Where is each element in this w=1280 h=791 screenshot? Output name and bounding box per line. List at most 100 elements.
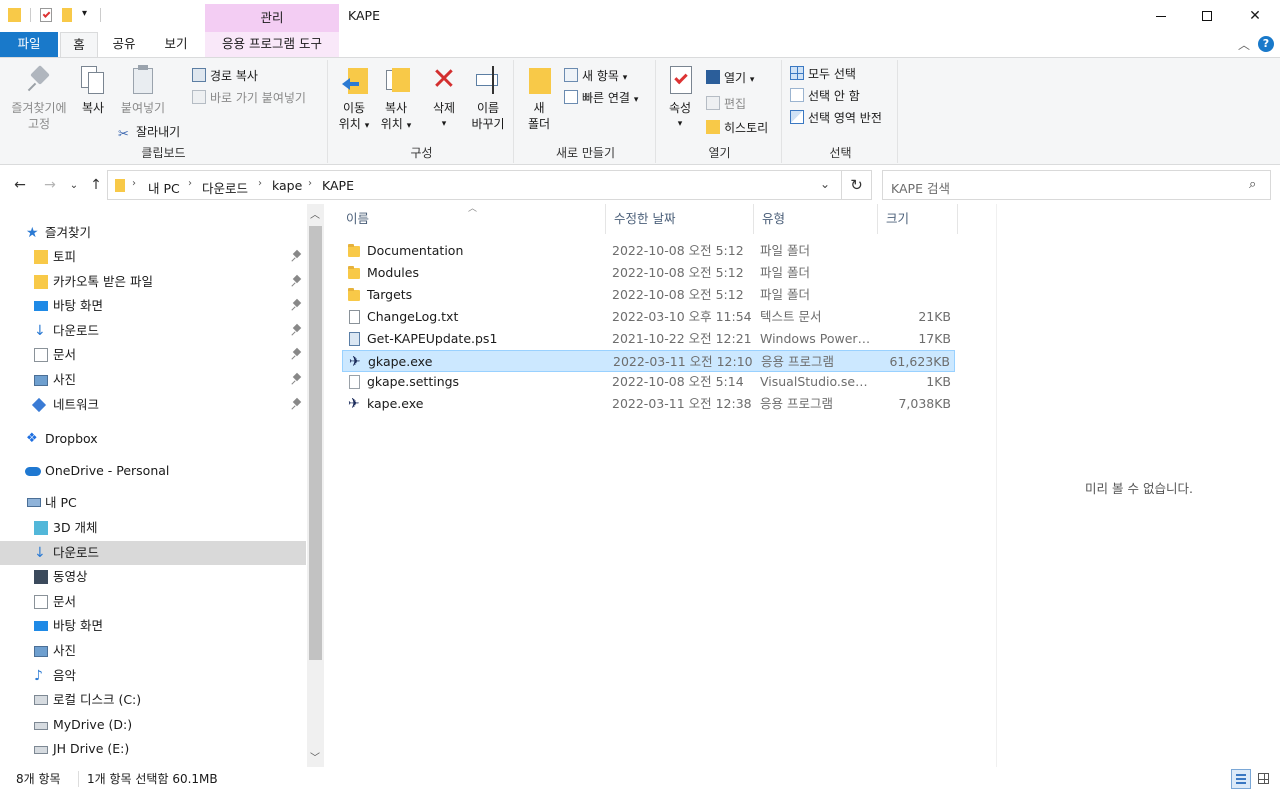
breadcrumb-downloads[interactable]: 다운로드 — [202, 178, 248, 197]
nav-quick-item[interactable]: 사진 — [0, 368, 306, 392]
easy-access-button[interactable]: 빠른 연결 ▾ — [564, 88, 638, 108]
folder-icon — [348, 265, 362, 280]
cut-button[interactable]: ✂ 잘라내기 — [118, 122, 180, 142]
nav-pc-item[interactable]: ↓ 다운로드 — [0, 540, 306, 565]
nav-onedrive[interactable]: OneDrive - Personal — [0, 459, 306, 483]
file-row[interactable]: Documentation 2022-10-08 오전 5:12 파일 폴더 — [342, 240, 955, 262]
column-header-date[interactable]: 수정한 날짜 — [606, 204, 754, 234]
pin-icon[interactable] — [291, 249, 303, 262]
paste-shortcut-button[interactable]: 바로 가기 붙여넣기 — [192, 88, 306, 108]
tab-share[interactable]: 공유 — [102, 32, 146, 57]
tab-file[interactable]: 파일 — [0, 32, 58, 57]
tab-application-tools[interactable]: 응용 프로그램 도구 — [205, 32, 339, 57]
search-icon[interactable]: ⌕ — [1249, 177, 1256, 192]
breadcrumb-separator-icon[interactable]: › — [132, 178, 136, 189]
nav-pc-item[interactable]: 문서 — [0, 590, 306, 614]
file-row[interactable]: ChangeLog.txt 2022-03-10 오후 11:54 텍스트 문서 21… — [342, 306, 955, 328]
file-date: 2022-10-08 오전 5:12 — [612, 243, 744, 258]
edit-button[interactable]: 편집 — [706, 94, 746, 114]
search-input[interactable]: KAPE 검색 — [891, 178, 950, 197]
nav-quick-access[interactable]: ★ 즐겨찾기 — [0, 221, 306, 245]
nav-pc-item[interactable]: ♪ 음악 — [0, 664, 306, 688]
nav-this-pc[interactable]: 내 PC — [0, 491, 306, 515]
nav-pc-item[interactable]: JH Drive (E:) — [0, 737, 306, 761]
nav-quick-item[interactable]: 네트워크 — [0, 393, 306, 417]
file-row[interactable]: Targets 2022-10-08 오전 5:12 파일 폴더 — [342, 284, 955, 306]
open-button[interactable]: 열기 ▾ — [706, 68, 754, 88]
address-bar[interactable]: › 내 PC › 다운로드 › kape › KAPE ⌄ — [107, 170, 842, 200]
nav-quick-item[interactable]: ↓ 다운로드 — [0, 319, 306, 343]
tab-home[interactable]: 홈 — [60, 32, 98, 58]
copy-path-button[interactable]: 경로 복사 — [192, 66, 258, 86]
breadcrumb-kape-upper[interactable]: KAPE — [322, 178, 354, 193]
pin-to-quick-access-button[interactable]: 즐겨찾기에 고정 — [6, 64, 72, 132]
copy-to-button[interactable]: 복사 위치 ▾ — [376, 64, 416, 134]
new-item-button[interactable]: 새 항목 ▾ — [564, 66, 627, 86]
rename-button[interactable]: 이름 바꾸기 — [466, 64, 510, 132]
help-icon[interactable]: ? — [1258, 36, 1274, 52]
new-folder-button[interactable]: 새 폴더 — [522, 64, 556, 132]
new-folder-icon[interactable] — [62, 7, 76, 23]
pin-icon[interactable] — [291, 348, 303, 361]
recent-locations-button[interactable]: ⌄ — [64, 176, 84, 194]
invert-selection-button[interactable]: 선택 영역 반전 — [790, 108, 882, 128]
close-button[interactable]: ✕ — [1232, 0, 1278, 32]
column-header-type[interactable]: 유형 — [754, 204, 878, 234]
nav-pc-item[interactable]: 사진 — [0, 639, 306, 663]
nav-pc-item[interactable]: 3D 개체 — [0, 516, 306, 540]
pin-icon[interactable] — [291, 274, 303, 287]
nav-pc-item[interactable]: 로컬 디스크 (C:) — [0, 688, 306, 712]
nav-dropbox[interactable]: ❖ Dropbox — [0, 427, 306, 451]
nav-pc-item[interactable]: 동영상 — [0, 565, 306, 589]
copy-button[interactable]: 복사 — [76, 64, 110, 116]
scroll-down-icon[interactable]: ﹀ — [310, 749, 320, 764]
nav-scrollbar[interactable]: ︿ ﹀ — [307, 204, 324, 767]
history-button[interactable]: 히스토리 — [706, 118, 768, 138]
paste-button[interactable]: 붙여넣기 — [114, 64, 172, 116]
breadcrumb-separator-icon[interactable]: › — [188, 178, 192, 189]
pin-icon[interactable] — [291, 372, 303, 385]
forward-button[interactable]: → — [40, 176, 60, 194]
properties-check-icon[interactable] — [40, 7, 54, 23]
delete-button[interactable]: ✕ 삭제 ▾ — [426, 64, 462, 132]
file-row[interactable]: ✈ gkape.exe 2022-03-11 오전 12:10 응용 프로그램 61,6… — [342, 349, 955, 372]
breadcrumb-this-pc[interactable]: 내 PC — [148, 178, 180, 197]
nav-scrollbar-thumb[interactable] — [309, 226, 322, 660]
up-button[interactable]: ↑ — [86, 176, 106, 194]
pin-icon[interactable] — [291, 397, 303, 410]
move-to-button[interactable]: 이동 위치 ▾ — [334, 64, 374, 134]
drive-c-icon — [34, 695, 48, 706]
breadcrumb-separator-icon[interactable]: › — [258, 178, 262, 189]
select-all-button[interactable]: 모두 선택 — [790, 64, 856, 84]
scroll-up-icon[interactable]: ︿ — [310, 206, 320, 221]
column-header-size[interactable]: 크기 — [878, 204, 958, 234]
column-header-name[interactable]: 이름 — [338, 204, 606, 234]
file-row[interactable]: Modules 2022-10-08 오전 5:12 파일 폴더 — [342, 262, 955, 284]
select-none-button[interactable]: 선택 안 함 — [790, 86, 860, 106]
maximize-button[interactable] — [1184, 0, 1230, 32]
file-row[interactable]: Get-KAPEUpdate.ps1 2021-10-22 오전 12:21 Win… — [342, 328, 955, 350]
breadcrumb-separator-icon[interactable]: › — [308, 178, 312, 189]
file-row[interactable]: ✈ kape.exe 2022-03-11 오전 12:38 응용 프로그램 7,038… — [342, 393, 955, 415]
collapse-ribbon-icon[interactable]: ︿ — [1238, 36, 1250, 53]
back-button[interactable]: ← — [10, 176, 30, 194]
search-box[interactable]: KAPE 검색 ⌕ — [882, 170, 1271, 200]
details-view-button[interactable] — [1231, 769, 1251, 789]
nav-pc-item[interactable]: 바탕 화면 — [0, 614, 306, 638]
nav-pc-item[interactable]: MyDrive (D:) — [0, 713, 306, 737]
pin-icon[interactable] — [291, 298, 303, 311]
tab-view[interactable]: 보기 — [152, 32, 200, 57]
breadcrumb-kape[interactable]: kape — [272, 178, 302, 193]
nav-quick-item[interactable]: 바탕 화면 — [0, 294, 306, 318]
properties-button[interactable]: 속성 ▾ — [662, 64, 698, 132]
refresh-button[interactable]: ↻ — [842, 170, 872, 200]
pin-icon[interactable] — [291, 323, 303, 336]
customize-toolbar-icon[interactable]: ▾ — [82, 8, 87, 19]
nav-quick-item[interactable]: 카카오톡 받은 파일 — [0, 270, 306, 294]
nav-quick-item[interactable]: 토피 — [0, 245, 306, 269]
minimize-button[interactable] — [1138, 0, 1184, 32]
file-row[interactable]: gkape.settings 2022-10-08 오전 5:14 VisualSt… — [342, 371, 955, 393]
large-icons-view-button[interactable] — [1254, 769, 1274, 789]
nav-quick-item[interactable]: 문서 — [0, 343, 306, 367]
address-dropdown-icon[interactable]: ⌄ — [820, 177, 830, 191]
